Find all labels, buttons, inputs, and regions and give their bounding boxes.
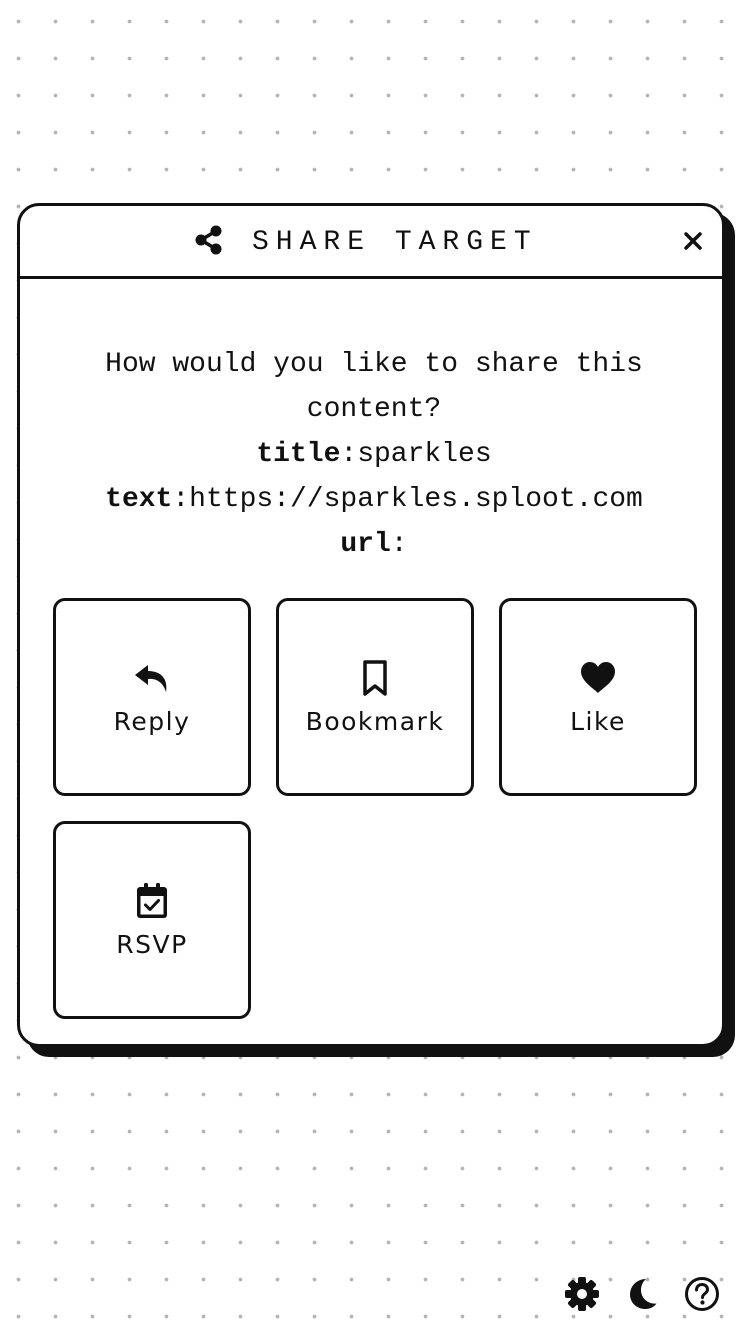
bookmark-icon: [363, 660, 387, 696]
bookmark-button[interactable]: Bookmark: [276, 598, 474, 796]
field-text: text:https://sparkles.sploot.com: [50, 477, 698, 522]
field-text-value: https://sparkles.sploot.com: [189, 484, 643, 515]
field-url: url:: [50, 522, 698, 567]
field-title: title:sparkles: [50, 432, 698, 477]
reply-arrow-icon: [135, 665, 167, 692]
heart-icon: [581, 662, 615, 693]
like-button[interactable]: Like: [499, 598, 697, 796]
like-label: Like: [570, 707, 626, 736]
field-title-separator: :: [340, 439, 358, 470]
field-url-separator: :: [390, 529, 408, 560]
dialog-title: SHARE TARGET: [252, 227, 538, 258]
share-question: How would you like to share this content…: [105, 349, 643, 425]
moon-icon[interactable]: [624, 1276, 660, 1312]
bookmark-label: Bookmark: [305, 707, 445, 736]
dialog-header: SHARE TARGET: [20, 206, 722, 279]
field-text-label: text: [105, 484, 173, 515]
reply-label: Reply: [113, 707, 191, 736]
rsvp-button[interactable]: RSVP: [53, 821, 251, 1019]
field-title-label: title: [256, 439, 341, 470]
field-title-value: sparkles: [357, 439, 492, 470]
close-icon: [684, 232, 702, 250]
share-message: How would you like to share this content…: [50, 342, 698, 567]
reply-button[interactable]: Reply: [53, 598, 251, 796]
share-nodes-icon: [195, 225, 222, 255]
calendar-check-icon: [137, 883, 167, 918]
field-url-label: url: [340, 529, 391, 560]
close-button[interactable]: [676, 224, 710, 258]
rsvp-label: RSVP: [116, 930, 188, 959]
share-target-dialog: SHARE TARGET How would you like to share…: [17, 203, 725, 1047]
help-circle-icon[interactable]: [684, 1276, 720, 1312]
gear-icon[interactable]: [564, 1276, 600, 1312]
field-text-separator: :: [172, 484, 190, 515]
